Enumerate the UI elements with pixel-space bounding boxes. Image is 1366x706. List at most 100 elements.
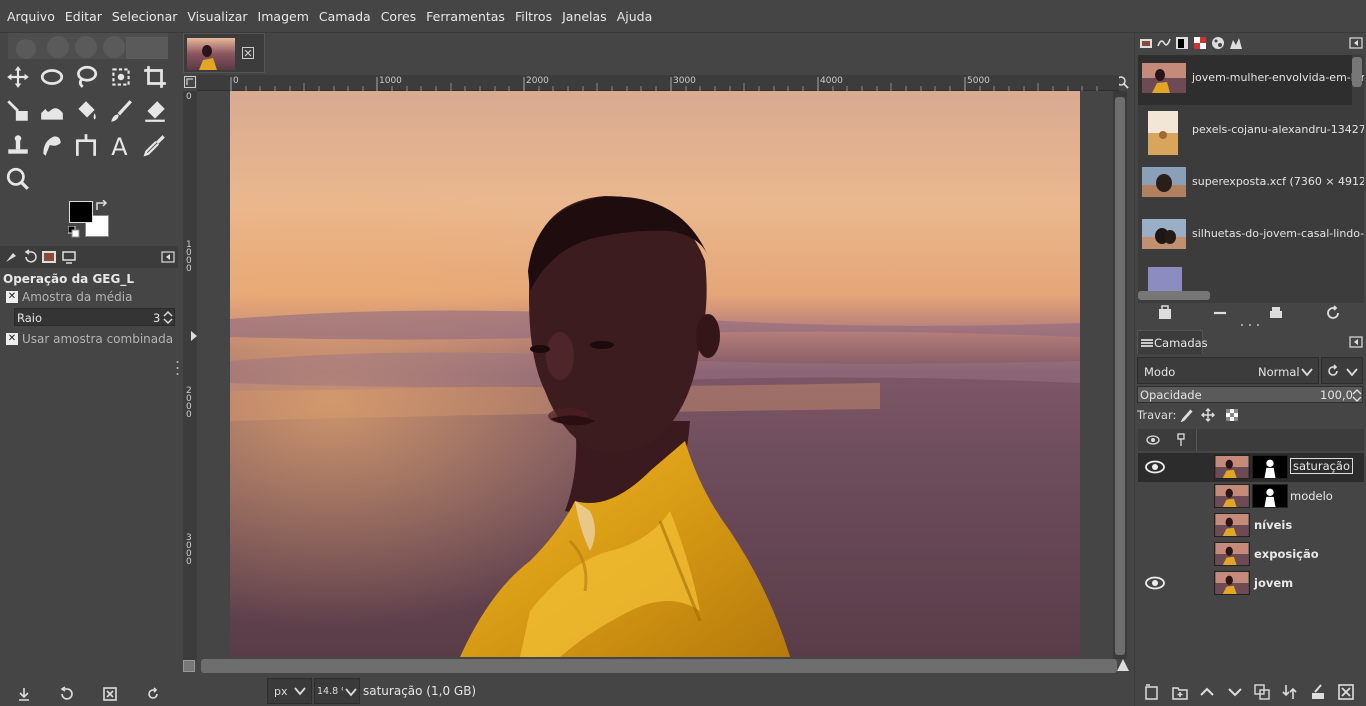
layer-name[interactable]: jovem [1254, 576, 1293, 590]
menu-janelas[interactable]: Janelas [557, 9, 612, 24]
menu-visualizar[interactable]: Visualizar [182, 9, 252, 24]
lock-pixels-icon[interactable] [1179, 408, 1193, 422]
eye-icon[interactable] [1144, 457, 1166, 477]
duplicate-layer-icon[interactable] [1253, 683, 1271, 701]
panel-separator-handle[interactable] [1239, 323, 1261, 327]
composite-mode-selector[interactable] [1321, 357, 1363, 384]
image-list-item[interactable]: superexposta.xcf (7360 × 4912) [1138, 159, 1364, 209]
opacity-slider[interactable]: Opacidade 100,0 [1137, 386, 1363, 403]
tool-options-tab-icon[interactable] [3, 249, 19, 265]
layer-mask-thumbnail[interactable] [1252, 455, 1288, 479]
menu-arquivo[interactable]: Arquivo [2, 9, 60, 24]
images-tab-icon[interactable] [41, 249, 57, 265]
lasso-icon[interactable] [71, 62, 101, 92]
zoom-icon[interactable] [3, 164, 33, 194]
panel-menu-icon[interactable] [1349, 36, 1363, 50]
lock-alpha-icon[interactable] [1225, 408, 1239, 422]
transform-icon[interactable] [3, 96, 33, 126]
open-display-icon[interactable] [1157, 305, 1173, 321]
save-options-icon[interactable] [16, 686, 32, 702]
sample-merged-checkbox[interactable]: ✕ [6, 333, 18, 345]
paintbrush-icon[interactable] [106, 96, 136, 126]
image-canvas[interactable] [230, 91, 1080, 657]
images-list-vscroll[interactable] [1352, 57, 1362, 87]
refresh-icon[interactable] [1325, 305, 1341, 321]
text-tool-icon[interactable]: A [106, 130, 136, 160]
vertical-scrollbar-thumb[interactable] [1115, 97, 1125, 655]
layer-row[interactable]: exposição [1138, 540, 1364, 569]
dynamics-tab-icon[interactable] [1211, 36, 1225, 50]
spinner-arrows-icon[interactable] [1352, 389, 1362, 402]
layer-row[interactable]: jovem [1138, 569, 1364, 598]
menu-camada[interactable]: Camada [314, 9, 376, 24]
images-tab-icon[interactable] [1139, 36, 1153, 50]
device-status-tab-icon[interactable] [61, 249, 77, 265]
layer-row[interactable]: níveis [1138, 511, 1364, 540]
remove-icon[interactable] [1212, 305, 1228, 321]
new-layer-group-icon[interactable] [1171, 683, 1189, 701]
raise-layer-icon[interactable] [1198, 683, 1216, 701]
sample-average-checkbox[interactable]: ✕ [6, 291, 18, 303]
zoom-selector[interactable]: 14.8 % [314, 678, 360, 704]
restore-options-icon[interactable] [58, 686, 74, 702]
menu-selecionar[interactable]: Selecionar [107, 9, 183, 24]
crop-icon[interactable] [140, 62, 170, 92]
print-icon[interactable] [1268, 305, 1284, 321]
layer-name[interactable]: modelo [1290, 489, 1333, 503]
menu-ferramentas[interactable]: Ferramentas [421, 9, 510, 24]
navigation-icon[interactable] [1116, 658, 1130, 672]
layer-row[interactable]: saturação [1138, 453, 1364, 482]
lock-position-icon[interactable] [1201, 408, 1215, 422]
clone-icon[interactable] [3, 130, 33, 160]
spinner-arrows-icon[interactable] [163, 311, 173, 324]
layer-mode-selector[interactable]: Modo Normal [1137, 357, 1319, 384]
eye-icon[interactable] [1144, 573, 1166, 593]
warp-transform-icon[interactable] [37, 96, 67, 126]
move-tool-icon[interactable] [3, 62, 33, 92]
menu-editar[interactable]: Editar [60, 9, 107, 24]
vertical-ruler[interactable]: 0 1 0 0 0 2 0 0 0 3 0 0 0 [183, 91, 197, 661]
eraser-icon[interactable] [140, 96, 170, 126]
panel-menu-icon[interactable] [1349, 335, 1363, 349]
image-tab[interactable] [183, 33, 265, 73]
horizontal-ruler[interactable]: 0 1000 2000 3000 4000 5000 [197, 75, 1119, 91]
merge-down-icon[interactable] [1281, 683, 1299, 701]
menu-imagem[interactable]: Imagem [253, 9, 314, 24]
delete-layer-icon[interactable] [1337, 683, 1355, 701]
layer-row[interactable]: modelo [1138, 482, 1364, 511]
delete-options-icon[interactable] [102, 686, 118, 702]
undo-history-tab-icon[interactable] [22, 249, 38, 265]
radius-spinner[interactable]: Raio 3 [14, 308, 175, 326]
channels-tab-icon[interactable] [1175, 36, 1189, 50]
unit-selector[interactable]: px [267, 678, 312, 704]
paths-tab-icon[interactable] [1157, 36, 1171, 50]
color-picker-icon[interactable] [140, 130, 170, 160]
images-list-scrollbar[interactable] [1138, 291, 1210, 300]
tab-layers[interactable]: Camadas [1137, 330, 1208, 354]
menu-cores[interactable]: Cores [376, 9, 421, 24]
layer-name[interactable]: saturação [1290, 458, 1354, 474]
panel-resize-handle[interactable] [176, 360, 179, 376]
bucket-fill-icon[interactable] [71, 96, 101, 126]
menu-ajuda[interactable]: Ajuda [612, 9, 658, 24]
default-colors-icon[interactable] [68, 226, 80, 238]
menu-filtros[interactable]: Filtros [510, 9, 557, 24]
foreground-color-swatch[interactable] [69, 201, 93, 223]
layer-name[interactable]: exposição [1254, 547, 1319, 561]
swap-colors-icon[interactable] [95, 200, 109, 212]
fuzzy-select-icon[interactable] [106, 62, 136, 92]
image-list-item[interactable]: jovem-mulher-envolvida-em-len [1138, 55, 1364, 105]
quick-mask-corner-icon[interactable] [184, 76, 196, 88]
ellipse-select-icon[interactable] [37, 62, 67, 92]
close-tab-icon[interactable] [242, 47, 254, 59]
smudge-icon[interactable] [37, 130, 67, 160]
lower-layer-icon[interactable] [1226, 683, 1244, 701]
histogram-tab-icon[interactable] [1229, 36, 1243, 50]
anchor-mask-icon[interactable] [1309, 683, 1327, 701]
image-list-item[interactable]: silhuetas-do-jovem-casal-lindo-( [1138, 211, 1364, 261]
new-layer-icon[interactable] [1143, 683, 1161, 701]
reset-options-icon[interactable] [145, 686, 161, 702]
path-icon[interactable] [71, 130, 101, 160]
horizontal-scrollbar[interactable] [201, 659, 1117, 673]
palettes-tab-icon[interactable] [1193, 36, 1207, 50]
